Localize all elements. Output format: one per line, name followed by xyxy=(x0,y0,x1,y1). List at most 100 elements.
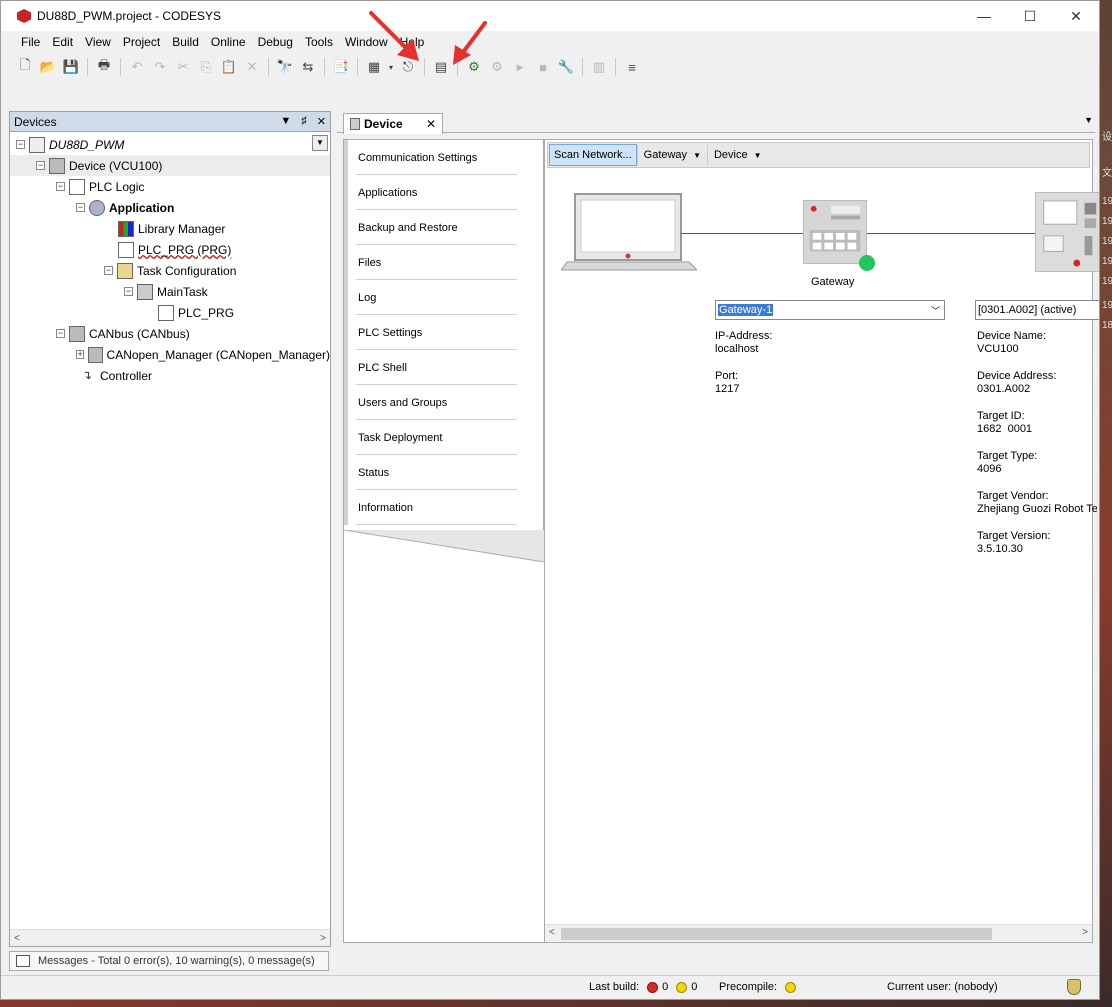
scrollbar-thumb[interactable] xyxy=(561,928,992,940)
menu-debug[interactable]: Debug xyxy=(252,35,299,49)
device-menu[interactable]: Device ▼ xyxy=(706,145,768,165)
security-status[interactable] xyxy=(1067,979,1081,995)
devices-horizontal-scrollbar[interactable]: < > xyxy=(10,929,330,946)
nav-log[interactable]: Log xyxy=(344,280,543,315)
close-icon[interactable]: ✕ xyxy=(426,117,436,131)
nav-users-and-groups[interactable]: Users and Groups xyxy=(344,385,543,420)
collapse-icon[interactable]: − xyxy=(124,287,133,296)
login-icon[interactable]: ⚙ xyxy=(464,57,484,77)
cut-icon[interactable]: ✂ xyxy=(173,57,193,77)
menu-build[interactable]: Build xyxy=(166,35,205,49)
scroll-left-icon[interactable]: < xyxy=(14,933,20,944)
scroll-right-icon[interactable]: > xyxy=(320,933,326,944)
expand-icon[interactable]: + xyxy=(76,350,85,359)
pin-icon[interactable]: ♯ xyxy=(301,115,307,128)
chevron-down-icon: ▼ xyxy=(693,150,701,160)
paste-icon[interactable]: 📋 xyxy=(219,57,239,77)
undo-icon[interactable]: ↶ xyxy=(127,57,147,77)
content-horizontal-scrollbar[interactable]: < > xyxy=(545,924,1092,942)
redo-icon[interactable]: ↷ xyxy=(150,57,170,77)
open-folder-icon[interactable]: 📂 xyxy=(38,57,58,77)
device-select[interactable]: [0301.A002] (active) xyxy=(975,300,1099,320)
tree-item-plc-prg-call[interactable]: PLC_PRG xyxy=(10,302,330,323)
tree-item-project[interactable]: − DU88D_PWM ▼ xyxy=(10,134,330,155)
toolbar-separator xyxy=(120,58,121,76)
tree-item-label: Device (VCU100) xyxy=(69,158,163,173)
collapse-icon[interactable]: − xyxy=(76,203,85,212)
panel-header-buttons: ▼ ♯ ✕ xyxy=(280,115,326,128)
nav-plc-settings[interactable]: PLC Settings xyxy=(344,315,543,350)
tab-label: Device xyxy=(364,117,403,131)
export-icon[interactable]: ⎋ xyxy=(398,57,418,77)
stop-icon[interactable]: ■ xyxy=(533,57,553,77)
tree-item-device[interactable]: − Device (VCU100) xyxy=(10,155,330,176)
delete-icon[interactable]: ✕ xyxy=(242,57,262,77)
scan-network-button[interactable]: Scan Network... xyxy=(549,144,637,166)
tree-item-task-configuration[interactable]: − Task Configuration xyxy=(10,260,330,281)
scroll-left-icon[interactable]: < xyxy=(549,927,555,938)
generate-code-icon[interactable]: ▤ xyxy=(431,57,451,77)
replace-icon[interactable]: ⇆ xyxy=(298,57,318,77)
warning-icon xyxy=(676,981,688,993)
menu-online[interactable]: Online xyxy=(205,35,252,49)
nav-backup-and-restore[interactable]: Backup and Restore xyxy=(344,210,543,245)
nav-communication-settings[interactable]: Communication Settings xyxy=(344,140,543,175)
chevron-down-icon[interactable]: ▼ xyxy=(1084,115,1093,125)
tree-item-plc-prg[interactable]: PLC_PRG (PRG) xyxy=(10,239,330,260)
tree-item-maintask[interactable]: − MainTask xyxy=(10,281,330,302)
find-icon[interactable]: 🔭 xyxy=(275,57,295,77)
chevron-down-icon[interactable]: ▼ xyxy=(280,115,291,128)
collapse-icon[interactable]: − xyxy=(56,182,65,191)
menu-project[interactable]: Project xyxy=(117,35,166,49)
menu-view[interactable]: View xyxy=(79,35,117,49)
nav-status[interactable]: Status xyxy=(344,455,543,490)
close-button[interactable]: ✕ xyxy=(1053,1,1099,31)
minimize-button[interactable]: — xyxy=(961,1,1007,31)
menu-tools[interactable]: Tools xyxy=(299,35,339,49)
print-icon[interactable]: 🖶 xyxy=(94,57,114,77)
chevron-down-icon[interactable]: ▼ xyxy=(312,135,328,151)
tree-item-canbus[interactable]: − CANbus (CANbus) xyxy=(10,323,330,344)
start-icon[interactable]: ▸ xyxy=(510,57,530,77)
network-icon[interactable]: ▥ xyxy=(589,57,609,77)
collapse-icon[interactable]: − xyxy=(16,140,25,149)
menu-file[interactable]: File xyxy=(15,35,46,49)
tree-item-controller[interactable]: ↴ Controller xyxy=(10,365,330,386)
collapse-icon[interactable]: − xyxy=(56,329,65,338)
messages-bar[interactable]: Messages - Total 0 error(s), 10 warning(… xyxy=(9,951,329,971)
chevron-down-icon[interactable]: ▾ xyxy=(387,57,395,77)
add-object-icon[interactable]: ▦ xyxy=(364,57,384,77)
nav-task-deployment[interactable]: Task Deployment xyxy=(344,420,543,455)
online-status-indicator xyxy=(859,255,875,271)
close-icon[interactable]: ✕ xyxy=(317,115,326,128)
gateway-label: Gateway xyxy=(811,276,855,288)
tree-item-canopen-manager[interactable]: + CANopen_Manager (CANopen_Manager) xyxy=(10,344,330,365)
menu-window[interactable]: Window xyxy=(339,35,394,49)
settings-tools-icon[interactable]: 🔧 xyxy=(556,57,576,77)
menu-edit[interactable]: Edit xyxy=(46,35,79,49)
nav-information[interactable]: Information xyxy=(344,490,543,525)
menu-help[interactable]: Help xyxy=(394,35,431,49)
gateway-menu[interactable]: Gateway ▼ xyxy=(636,145,707,165)
tree-item-library-manager[interactable]: Library Manager xyxy=(10,218,330,239)
scroll-right-icon[interactable]: > xyxy=(1082,927,1088,938)
tree-item-application[interactable]: − Application xyxy=(10,197,330,218)
tab-device[interactable]: Device ✕ xyxy=(343,113,443,134)
nav-applications[interactable]: Applications xyxy=(344,175,543,210)
title-bar: DU88D_PWM.project - CODESYS — ☐ ✕ xyxy=(1,1,1099,31)
tree-item-plc-logic[interactable]: − PLC Logic xyxy=(10,176,330,197)
collapse-icon[interactable]: − xyxy=(36,161,45,170)
toolbar-options-icon[interactable]: ≡ xyxy=(622,57,642,77)
tree-item-label: CANbus (CANbus) xyxy=(89,326,190,341)
clipboard-icon[interactable]: 📑 xyxy=(331,57,351,77)
copy-icon[interactable]: ⎘ xyxy=(196,57,216,77)
gateway-select[interactable]: Gateway-1 ﹀ xyxy=(715,300,945,320)
collapse-icon[interactable]: − xyxy=(104,266,113,275)
new-project-icon[interactable]: 🗋 xyxy=(15,57,35,77)
save-icon[interactable]: 💾 xyxy=(61,57,81,77)
logout-icon[interactable]: ⚙ xyxy=(487,57,507,77)
nav-plc-shell[interactable]: PLC Shell xyxy=(344,350,543,385)
nav-files[interactable]: Files xyxy=(344,245,543,280)
tree-item-label: DU88D_PWM xyxy=(49,137,125,152)
maximize-button[interactable]: ☐ xyxy=(1007,1,1053,31)
